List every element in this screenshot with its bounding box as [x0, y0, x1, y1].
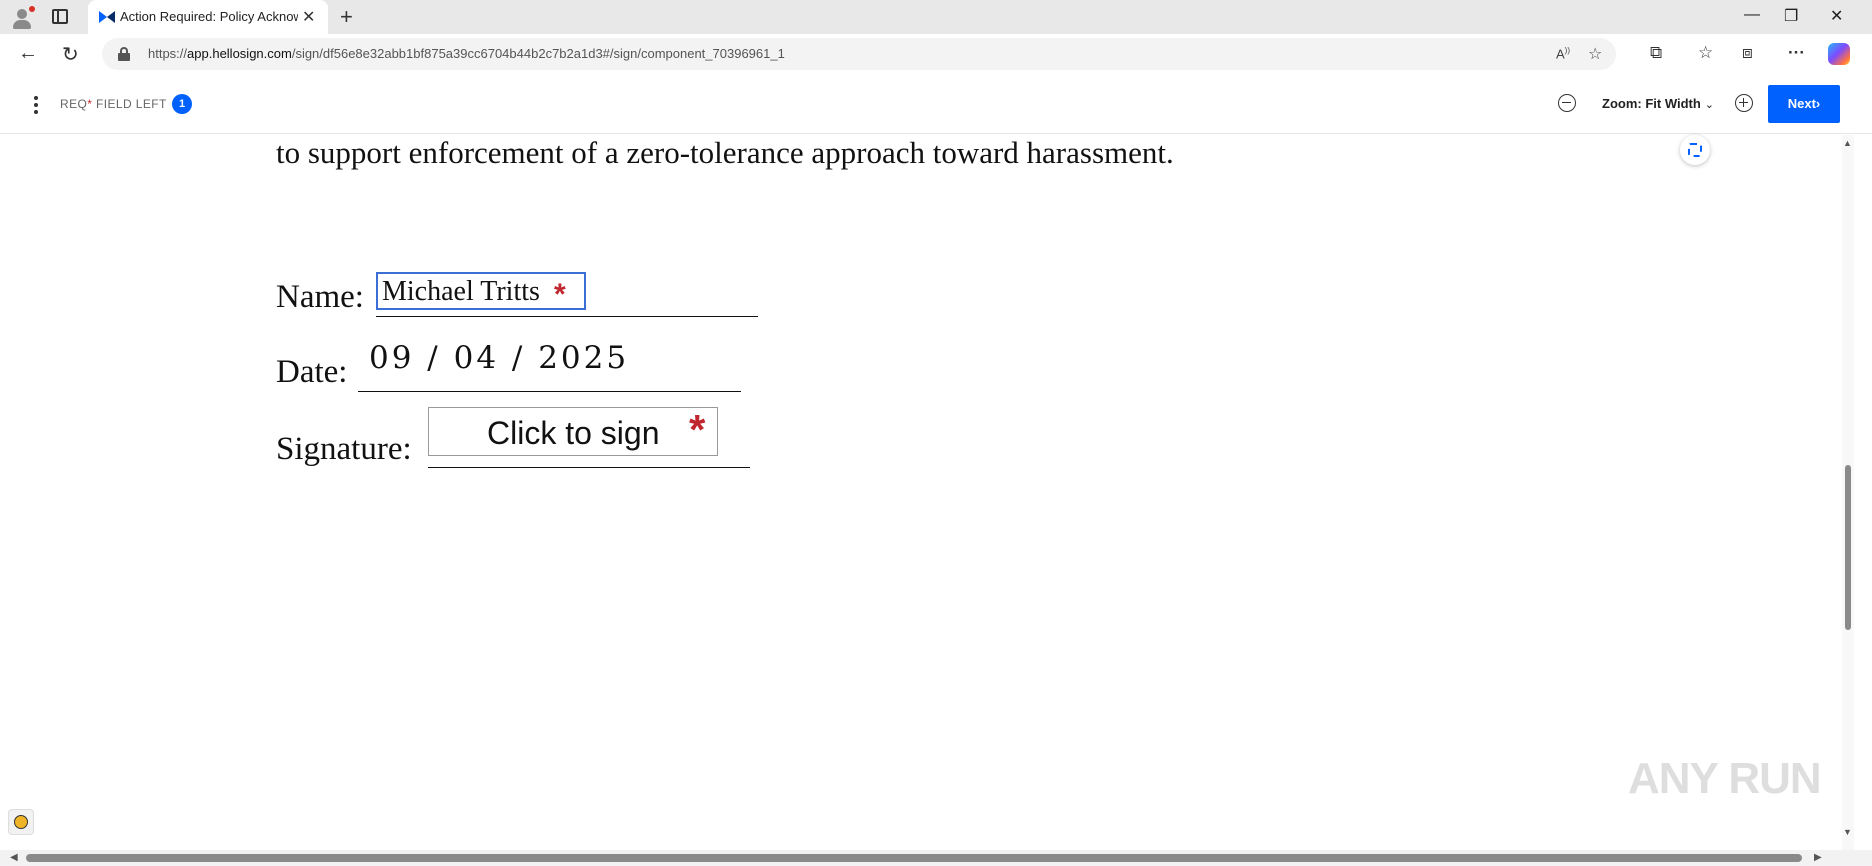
required-fields-label: REQ* FIELD LEFT — [60, 97, 167, 111]
read-aloud-icon[interactable]: A)) — [1556, 46, 1570, 61]
chevron-down-icon: ⌄ — [1704, 99, 1715, 111]
document-text-line: to support enforcement of a zero-toleran… — [276, 135, 1174, 170]
zoom-out-icon[interactable] — [1558, 94, 1576, 112]
name-label: Name: — [276, 279, 364, 315]
signature-underline — [428, 467, 750, 468]
signature-field[interactable]: Click to sign * — [428, 406, 718, 456]
extensions-icon[interactable]: ⧉ — [1650, 43, 1662, 63]
address-bar[interactable]: https://app.hellosign.com/sign/df56e8e32… — [102, 38, 1616, 70]
click-to-sign-label: Click to sign — [487, 415, 660, 451]
signature-label: Signature: — [276, 431, 412, 467]
back-arrow-icon[interactable]: ← — [18, 42, 38, 65]
collections-icon[interactable]: ⧈ — [1742, 43, 1753, 63]
scroll-right-arrow-icon[interactable]: ▶ — [1814, 852, 1822, 863]
zoom-dropdown[interactable]: Zoom: Fit Width ⌄ — [1602, 96, 1714, 111]
signing-header: REQ* FIELD LEFT 1 Zoom: Fit Width ⌄ Next› — [0, 74, 1872, 134]
tab-close-icon[interactable]: ✕ — [302, 7, 315, 27]
name-underline — [376, 316, 758, 317]
scroll-down-arrow-icon[interactable]: ▼ — [1843, 827, 1852, 837]
horizontal-scrollbar[interactable]: ◀ ▶ — [0, 850, 1872, 866]
zoom-in-icon[interactable] — [1735, 94, 1753, 112]
scroll-left-arrow-icon[interactable]: ◀ — [10, 852, 18, 863]
scroll-up-arrow-icon[interactable]: ▲ — [1843, 138, 1852, 148]
address-row: ← ↻ https://app.hellosign.com/sign/df56e… — [0, 34, 1872, 74]
name-input-field[interactable]: Michael Tritts * — [376, 272, 586, 311]
tab-title: Action Required: Policy Acknowle — [120, 9, 298, 24]
kebab-menu-icon[interactable] — [34, 96, 38, 114]
vertical-scroll-thumb[interactable] — [1845, 465, 1851, 630]
name-value: Michael Tritts — [382, 276, 540, 307]
date-value[interactable]: 09 / 04 / 2025 — [369, 340, 629, 376]
lock-icon[interactable] — [118, 47, 130, 61]
url-text[interactable]: https://app.hellosign.com/sign/df56e8e32… — [148, 46, 785, 61]
title-bar: Action Required: Policy Acknowle ✕ + — ❐… — [0, 0, 1872, 34]
browser-window: Action Required: Policy Acknowle ✕ + — ❐… — [0, 0, 1872, 866]
document-page: to support enforcement of a zero-toleran… — [0, 135, 1848, 850]
anyrun-watermark: ANY RUN — [1628, 754, 1822, 803]
cookie-settings-icon[interactable] — [8, 809, 34, 835]
required-asterisk: * — [554, 278, 566, 311]
favorites-icon[interactable]: ☆ — [1698, 43, 1713, 63]
close-window-button[interactable]: ✕ — [1830, 6, 1843, 26]
date-underline — [358, 391, 741, 392]
required-asterisk: * — [689, 406, 706, 453]
new-tab-button[interactable]: + — [340, 4, 353, 30]
favorite-star-icon[interactable]: ☆ — [1588, 44, 1602, 64]
restore-button[interactable]: ❐ — [1784, 6, 1798, 26]
more-icon[interactable]: ··· — [1788, 43, 1805, 63]
focus-mode-icon[interactable] — [1680, 135, 1710, 165]
next-button[interactable]: Next› — [1768, 85, 1840, 123]
vertical-scrollbar[interactable] — [1842, 135, 1854, 850]
fields-left-badge: 1 — [172, 94, 192, 114]
profile-icon[interactable] — [10, 6, 35, 30]
horizontal-scroll-thumb[interactable] — [26, 854, 1802, 862]
reload-icon[interactable]: ↻ — [62, 42, 79, 67]
hellosign-favicon — [99, 11, 115, 23]
date-label: Date: — [276, 354, 348, 390]
copilot-icon[interactable] — [1828, 43, 1850, 65]
minimize-button[interactable]: — — [1744, 6, 1760, 24]
browser-tab-active[interactable]: Action Required: Policy Acknowle ✕ — [88, 0, 328, 34]
tab-actions-icon[interactable] — [52, 9, 68, 24]
